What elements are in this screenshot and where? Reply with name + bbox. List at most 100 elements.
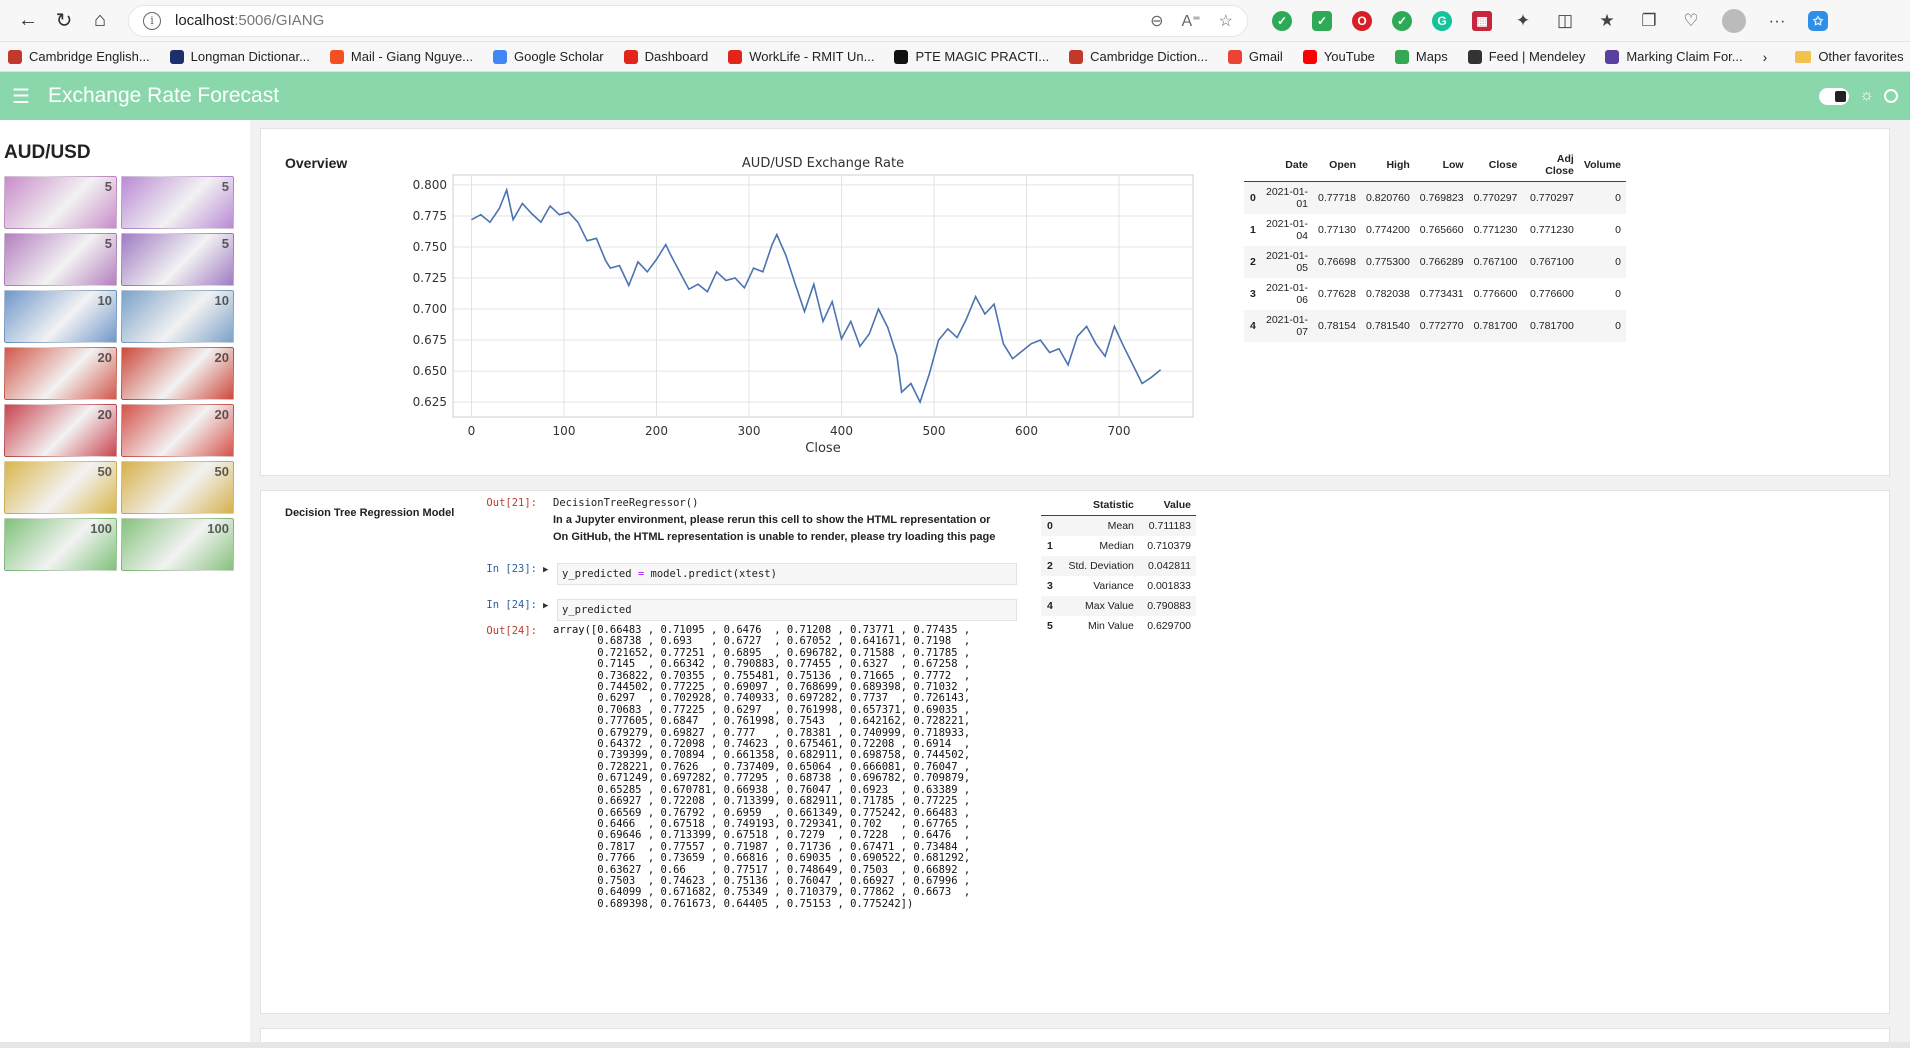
table-cell: 0.766289 bbox=[1414, 246, 1469, 278]
bookmark-item[interactable]: YouTube bbox=[1302, 49, 1375, 64]
main-content: Overview 0.625 0.650 0.675 0.700 0.725 0.750 0… bbox=[250, 120, 1910, 1046]
copilot-icon[interactable]: ✩ bbox=[1808, 10, 1828, 31]
address-bar[interactable]: i localhost:5006/GIANG ⊖ A⁼ ☆ bbox=[128, 4, 1248, 37]
bookmark-item[interactable]: Mail - Giang Nguye... bbox=[329, 49, 473, 64]
bookmark-item[interactable]: Gmail bbox=[1227, 49, 1283, 64]
extensions-puzzle-icon[interactable]: ✦ bbox=[1512, 11, 1534, 31]
sun-icon[interactable]: ☼ bbox=[1859, 87, 1874, 105]
other-favorites-label: Other favorites bbox=[1818, 49, 1904, 64]
bookmark-item[interactable]: Maps bbox=[1394, 49, 1448, 64]
table-cell: 0.776600 bbox=[1473, 288, 1518, 300]
bookmark-favicon-icon bbox=[1302, 49, 1317, 64]
in23-code-cell[interactable]: y_predicted = model.predict(xtest) bbox=[557, 563, 1017, 585]
bookmark-label: Google Scholar bbox=[514, 49, 604, 64]
bookmark-favicon-icon bbox=[169, 49, 184, 64]
table-cell: 0.776600 bbox=[1530, 288, 1574, 300]
row-index: 3 bbox=[1047, 580, 1053, 592]
extension-opera-icon[interactable]: O bbox=[1352, 10, 1372, 31]
table-cell: 0.77628 bbox=[1318, 288, 1356, 300]
bookmark-label: Feed | Mendeley bbox=[1488, 49, 1586, 64]
hamburger-menu-icon[interactable]: ☰ bbox=[12, 84, 30, 109]
banknote-image: 5 bbox=[121, 233, 234, 286]
extension-check-icon[interactable]: ✓ bbox=[1272, 10, 1292, 31]
other-favorites[interactable]: › Other favorites bbox=[1763, 49, 1904, 65]
bookmark-item[interactable]: Longman Dictionar... bbox=[169, 49, 310, 64]
read-aloud-icon[interactable]: A⁼ bbox=[1182, 11, 1201, 31]
bookmark-favicon-icon bbox=[1069, 49, 1084, 64]
column-header: Date bbox=[1260, 149, 1314, 182]
banknote-denomination: 20 bbox=[214, 407, 229, 422]
model-card: Decision Tree Regression Model Out[21]: … bbox=[260, 490, 1890, 1014]
row-index: 2 bbox=[1244, 246, 1261, 278]
split-screen-icon[interactable]: ◫ bbox=[1554, 11, 1576, 31]
bookmark-favicon-icon bbox=[623, 49, 638, 64]
bookmark-item[interactable]: Cambridge Diction... bbox=[1069, 49, 1208, 64]
y-tick-label: 0.800 bbox=[413, 178, 447, 192]
theme-toggle[interactable] bbox=[1819, 87, 1850, 105]
stats-row: 5 Min Value 0.629700 bbox=[1041, 616, 1196, 636]
out24-prompt: Out[24]: bbox=[486, 625, 537, 637]
table-cell: 0.767100 bbox=[1522, 246, 1579, 278]
bookmark-item[interactable]: Dashboard bbox=[623, 49, 708, 64]
table-cell: 0.790883 bbox=[1138, 596, 1196, 616]
column-header: Statistic bbox=[1058, 495, 1139, 516]
bookmark-item[interactable]: PTE MAGIC PRACTI... bbox=[894, 49, 1049, 64]
browser-essentials-icon[interactable]: ♡ bbox=[1680, 11, 1702, 31]
bookmark-item[interactable]: Cambridge English... bbox=[8, 49, 150, 64]
x-tick-label: 300 bbox=[738, 424, 761, 438]
table-cell: 2021-01-01 bbox=[1260, 181, 1314, 214]
refresh-icon[interactable]: ↻ bbox=[46, 5, 82, 37]
favorites-icon[interactable]: ★ bbox=[1596, 11, 1618, 31]
column-header: Value bbox=[1138, 495, 1196, 516]
table-cell: 2021-01-07 bbox=[1260, 310, 1314, 342]
out21-note-2: On GitHub, the HTML representation is un… bbox=[553, 531, 996, 543]
site-info-icon[interactable]: i bbox=[143, 11, 161, 30]
notebook-output: Out[21]: DecisionTreeRegressor() In a Ju… bbox=[471, 495, 1019, 995]
collections-icon[interactable]: ❐ bbox=[1638, 11, 1660, 31]
bookmark-label: Longman Dictionar... bbox=[190, 49, 310, 64]
home-icon[interactable]: ⌂ bbox=[82, 5, 118, 37]
table-cell: 0.77130 bbox=[1318, 224, 1356, 236]
grammarly-icon[interactable]: G bbox=[1432, 10, 1452, 31]
extension-shield-icon[interactable]: ✓ bbox=[1312, 10, 1332, 31]
status-circle-icon bbox=[1884, 89, 1898, 103]
chevron-right-icon[interactable]: › bbox=[1763, 49, 1768, 65]
table-cell: 0.781700 bbox=[1522, 310, 1579, 342]
bookmark-item[interactable]: Marking Claim For... bbox=[1605, 49, 1743, 64]
bookmark-label: Maps bbox=[1415, 49, 1448, 64]
back-icon[interactable]: ← bbox=[10, 5, 46, 37]
banknote-denomination: 50 bbox=[214, 464, 229, 479]
y-tick-label: 0.675 bbox=[413, 333, 447, 347]
extension-grid-icon[interactable]: ▦ bbox=[1472, 10, 1492, 31]
currency-pair-title: AUD/USD bbox=[4, 142, 91, 163]
table-cell: 0.001833 bbox=[1147, 580, 1191, 592]
x-tick-label: 400 bbox=[830, 424, 853, 438]
run-cell-icon[interactable]: ▶ bbox=[543, 599, 557, 621]
table-cell: 0.770297 bbox=[1522, 181, 1579, 214]
stats-row: 4 Max Value 0.790883 bbox=[1041, 596, 1196, 616]
profile-avatar-icon[interactable] bbox=[1722, 8, 1746, 33]
run-cell-icon[interactable]: ▶ bbox=[543, 563, 557, 585]
in24-code-cell[interactable]: y_predicted bbox=[557, 599, 1017, 621]
bookmark-item[interactable]: Feed | Mendeley bbox=[1467, 49, 1586, 64]
stats-row: 3 Variance 0.001833 bbox=[1041, 576, 1196, 596]
more-menu-icon[interactable]: ··· bbox=[1766, 11, 1788, 31]
zoom-icon[interactable]: ⊖ bbox=[1150, 11, 1163, 31]
y-tick-label: 0.775 bbox=[413, 209, 447, 223]
extension-check2-icon[interactable]: ✓ bbox=[1392, 10, 1412, 31]
row-index: 3 bbox=[1250, 288, 1256, 300]
table-cell: 0.765660 bbox=[1419, 224, 1464, 236]
table-cell: 0 bbox=[1615, 224, 1621, 236]
table-row: 1 2021-01-04 0.77130 0.774200 0.765660 0.7712… bbox=[1244, 214, 1626, 246]
bookmark-item[interactable]: Google Scholar bbox=[493, 49, 604, 64]
browser-toolbar: ← ↻ ⌂ i localhost:5006/GIANG ⊖ A⁼ ☆ ✓ ✓ … bbox=[0, 0, 1910, 42]
table-cell: 2021-01-06 bbox=[1266, 282, 1309, 306]
bookmark-item[interactable]: WorkLife - RMIT Un... bbox=[728, 49, 874, 64]
x-tick-label: 100 bbox=[553, 424, 576, 438]
y-tick-label: 0.625 bbox=[413, 395, 447, 409]
favorite-star-icon[interactable]: ☆ bbox=[1219, 11, 1233, 31]
banknote-image: 20 bbox=[121, 347, 234, 400]
row-index: 1 bbox=[1047, 540, 1053, 552]
bookmark-favicon-icon bbox=[728, 49, 743, 64]
table-cell: 0 bbox=[1578, 181, 1626, 214]
